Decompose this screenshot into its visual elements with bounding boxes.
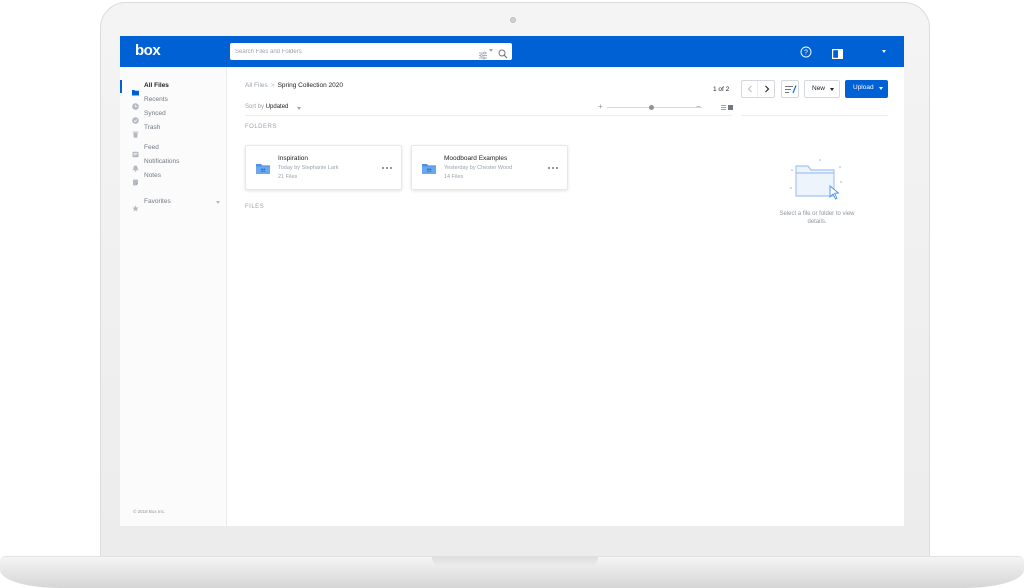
sidebar-item-label: Favorites	[144, 198, 171, 205]
top-bar: box ?	[120, 36, 904, 67]
clock-icon	[132, 97, 139, 110]
breadcrumb-root[interactable]: All Files	[245, 82, 268, 89]
sidebar-item-label: Recents	[144, 96, 168, 103]
zoom-slider-track[interactable]	[607, 107, 702, 108]
upload-button[interactable]: Upload	[845, 80, 888, 98]
folder-count: 14 Files	[444, 174, 464, 180]
folder-meta: Today by Stephanie Lark	[278, 165, 339, 171]
copyright-text: © 2018 Box Inc.	[133, 509, 166, 514]
folder-name[interactable]: Moodboard Examples	[444, 155, 507, 162]
sidebar-item-synced[interactable]: Synced	[120, 108, 227, 124]
notes-icon	[132, 173, 139, 186]
folder-meta: Yesterday by Chester Wood	[444, 165, 513, 171]
folder-name[interactable]: Inspiration	[278, 155, 308, 162]
shared-folder-icon	[256, 161, 270, 179]
search-input[interactable]	[230, 43, 470, 60]
files-section-label: FILES	[245, 204, 265, 210]
empty-folder-illustration-icon	[790, 158, 844, 207]
chevron-down-icon[interactable]	[216, 201, 220, 204]
preview-panel-icon[interactable]	[832, 46, 844, 64]
breadcrumb-current: Spring Collection 2020	[277, 82, 343, 89]
more-options-icon[interactable]	[548, 165, 560, 171]
previous-page-button[interactable]	[742, 81, 758, 97]
zoom-in-button[interactable]: +	[598, 102, 603, 111]
zoom-slider-handle[interactable]	[649, 105, 654, 110]
breadcrumb: All Files > Spring Collection 2020	[245, 82, 343, 89]
bell-icon	[132, 159, 139, 172]
chevron-down-icon[interactable]	[489, 49, 493, 52]
folder-card[interactable]: Moodboard Examples Yesterday by Chester …	[411, 145, 568, 190]
filter-icon[interactable]	[479, 47, 487, 65]
feed-icon	[132, 145, 139, 158]
next-page-button[interactable]	[759, 81, 775, 97]
search-icon[interactable]	[498, 46, 508, 64]
svg-text:?: ?	[804, 50, 808, 57]
star-icon	[132, 199, 139, 212]
chevron-down-icon	[879, 87, 883, 90]
sidebar-item-label: Notes	[144, 172, 161, 179]
sidebar-item-favorites[interactable]: Favorites	[120, 196, 227, 212]
details-divider	[741, 115, 888, 116]
new-button-label: New	[812, 85, 826, 92]
sidebar-item-recents[interactable]: Recents	[120, 94, 227, 110]
app-screen: box ? All Files Recents	[120, 36, 904, 526]
folder-icon	[132, 83, 139, 96]
new-button[interactable]: New	[804, 80, 840, 98]
more-options-icon[interactable]	[382, 165, 394, 171]
check-circle-icon	[132, 111, 139, 124]
sidebar-item-notifications[interactable]: Notifications	[120, 156, 227, 172]
grid-view-icon[interactable]	[728, 105, 733, 110]
sidebar-item-all-files[interactable]: All Files	[120, 80, 227, 96]
box-logo[interactable]: box	[135, 42, 161, 59]
list-view-icon[interactable]	[721, 105, 726, 110]
upload-button-label: Upload	[853, 84, 874, 91]
chevron-down-icon	[830, 88, 834, 91]
breadcrumb-separator: >	[270, 82, 275, 89]
sort-bar: Sort by Updated + −	[245, 102, 733, 116]
details-empty-text: Select a file or folder to view details.	[779, 211, 855, 225]
webcam	[510, 17, 516, 23]
sort-value: Updated	[265, 104, 289, 110]
sidebar-item-label: Trash	[144, 124, 161, 131]
trash-icon	[132, 125, 139, 138]
pagination-text: 1 of 2	[713, 86, 730, 93]
account-menu-icon[interactable]	[882, 50, 886, 53]
sort-label: Sort by	[245, 104, 265, 110]
sort-icon	[785, 85, 797, 94]
chevron-down-icon[interactable]	[297, 107, 301, 110]
sidebar: All Files Recents Synced Trash Feed Noti…	[120, 67, 227, 526]
laptop-notch	[432, 556, 598, 567]
folders-section-label: FOLDERS	[245, 124, 277, 130]
sidebar-item-notes[interactable]: Notes	[120, 170, 227, 186]
search-box[interactable]	[230, 43, 512, 60]
sidebar-item-feed[interactable]: Feed	[120, 142, 227, 158]
sort-dropdown[interactable]: Sort by Updated	[245, 104, 288, 110]
sort-direction-button[interactable]	[781, 80, 799, 98]
sidebar-item-label: All Files	[144, 82, 169, 89]
help-icon[interactable]: ?	[800, 45, 812, 63]
sidebar-item-label: Notifications	[144, 158, 180, 165]
folder-card[interactable]: Inspiration Today by Stephanie Lark 21 F…	[245, 145, 402, 190]
sidebar-item-label: Feed	[144, 144, 159, 151]
shared-folder-icon	[422, 161, 436, 179]
folder-count: 21 Files	[278, 174, 298, 180]
pagination-controls	[741, 80, 775, 98]
zoom-out-button[interactable]: −	[696, 102, 701, 111]
sidebar-item-label: Synced	[144, 110, 166, 117]
sidebar-item-trash[interactable]: Trash	[120, 122, 227, 138]
active-indicator	[120, 80, 122, 93]
